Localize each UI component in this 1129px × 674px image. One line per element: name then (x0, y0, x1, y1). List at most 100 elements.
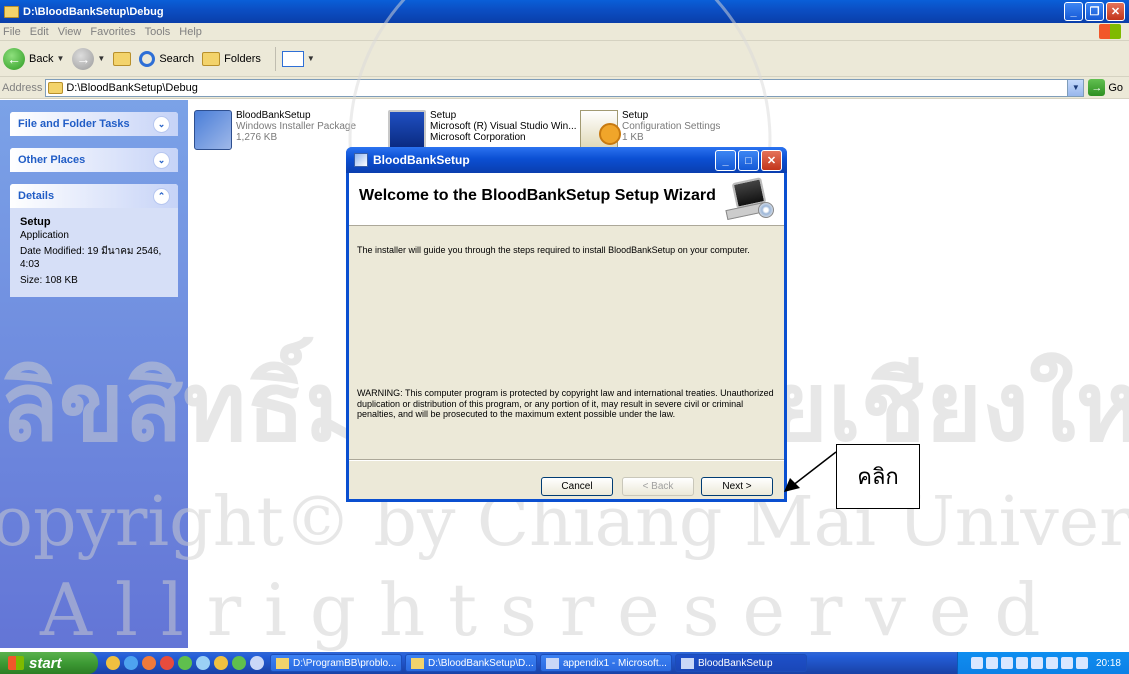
menu-favorites[interactable]: Favorites (90, 26, 135, 38)
quick-launch (106, 656, 264, 670)
installer-icon (354, 153, 368, 167)
close-button[interactable]: ✕ (1106, 2, 1125, 21)
menu-edit[interactable]: Edit (30, 26, 49, 38)
minimize-button[interactable]: _ (1064, 2, 1083, 21)
chevron-down-icon[interactable]: ▼ (1067, 79, 1084, 96)
clock[interactable]: 20:18 (1096, 658, 1121, 669)
taskbar-item-label: D:\BloodBankSetup\D... (428, 657, 534, 669)
word-document-icon (546, 657, 559, 669)
quick-launch-icon[interactable] (196, 656, 210, 670)
taskbar-item[interactable]: appendix1 - Microsoft... (540, 654, 672, 672)
file-name: Setup (430, 110, 457, 121)
back-button[interactable]: ← Back ▼ (3, 47, 64, 70)
menu-view[interactable]: View (58, 26, 82, 38)
dialog-minimize-button[interactable]: _ (715, 150, 736, 171)
folders-button[interactable]: Folders (202, 51, 261, 66)
dialog-close-button[interactable]: ✕ (761, 150, 782, 171)
go-label: Go (1108, 81, 1123, 94)
standard-toolbar: ← Back ▼ → ▼ Search Folders ▼ (0, 41, 1129, 77)
expand-icon[interactable]: ⌄ (153, 151, 170, 169)
start-label: start (29, 654, 62, 672)
file-type: Windows Installer Package (236, 121, 357, 132)
menu-file[interactable]: File (3, 26, 21, 38)
views-button[interactable]: ▼ (281, 50, 315, 67)
chevron-down-icon[interactable]: ▼ (97, 54, 105, 63)
address-label: Address (2, 81, 43, 94)
taskbar-item[interactable]: D:\BloodBankSetup\D... (405, 654, 537, 672)
quick-launch-icon[interactable] (178, 656, 192, 670)
cancel-button[interactable]: Cancel (541, 477, 613, 496)
details-date-modified: Date Modified: 19 มีนาคม 2546, 4:03 (20, 246, 162, 270)
window-title: D:\BloodBankSetup\Debug (23, 5, 164, 18)
installer-icon (681, 657, 694, 669)
up-folder-button[interactable] (113, 51, 132, 66)
dialog-maximize-button[interactable]: □ (738, 150, 759, 171)
search-button[interactable]: Search (139, 50, 195, 67)
expand-icon[interactable]: ⌄ (153, 115, 170, 133)
quick-launch-icon[interactable] (160, 656, 174, 670)
window-controls: _ ❐ ✕ (1064, 2, 1125, 21)
tray-icon[interactable] (1060, 657, 1073, 669)
chevron-down-icon[interactable]: ▼ (56, 54, 64, 63)
file-item-text: Setup Microsoft (R) Visual Studio Win...… (430, 110, 577, 143)
back-label: Back (29, 52, 54, 65)
views-icon (281, 50, 304, 67)
address-input[interactable]: D:\BloodBankSetup\Debug ▼ (45, 78, 1085, 97)
quick-launch-icon[interactable] (250, 656, 264, 670)
windows-logo-icon (1099, 24, 1121, 39)
maximize-button[interactable]: ❐ (1085, 2, 1104, 21)
menu-help[interactable]: Help (179, 26, 202, 38)
folder-icon (276, 657, 289, 669)
details-panel: Details ⌃ Setup Application Date Modifie… (10, 184, 178, 297)
go-arrow-icon: → (1088, 79, 1106, 96)
search-label: Search (159, 52, 195, 65)
dialog-banner: Welcome to the BloodBankSetup Setup Wiza… (349, 173, 784, 226)
tray-icon[interactable] (985, 657, 998, 669)
forward-arrow-icon: → (72, 47, 95, 70)
dialog-window-controls: _ □ ✕ (715, 150, 782, 171)
taskbar-item[interactable]: D:\ProgramBB\problo... (270, 654, 402, 672)
forward-button[interactable]: → ▼ (72, 47, 105, 70)
system-tray: 20:18 (957, 652, 1129, 674)
file-company: Microsoft Corporation (430, 132, 526, 143)
taskbar-item[interactable]: BloodBankSetup (675, 654, 807, 672)
quick-launch-icon[interactable] (142, 656, 156, 670)
tray-icon[interactable] (970, 657, 983, 669)
tray-icon[interactable] (1075, 657, 1088, 669)
callout-text: คลิก (857, 465, 899, 490)
file-item[interactable]: Setup Microsoft (R) Visual Studio Win...… (388, 110, 577, 150)
task-pane: File and Folder Tasks ⌄ Other Places ⌄ D… (0, 100, 188, 648)
wizard-intro-text: The installer will guide you through the… (357, 245, 750, 255)
tray-icon[interactable] (1015, 657, 1028, 669)
address-value: D:\BloodBankSetup\Debug (66, 81, 198, 94)
tray-icon[interactable] (1000, 657, 1013, 669)
explorer-title-bar[interactable]: D:\BloodBankSetup\Debug _ ❐ ✕ (0, 0, 1129, 23)
file-item-text: BloodBankSetup Windows Installer Package… (236, 110, 356, 143)
quick-launch-icon[interactable] (232, 656, 246, 670)
installer-package-icon (194, 110, 232, 150)
other-places-header[interactable]: Other Places ⌄ (10, 148, 178, 172)
collapse-icon[interactable]: ⌃ (153, 187, 170, 205)
tray-icon[interactable] (1030, 657, 1043, 669)
chevron-down-icon[interactable]: ▼ (307, 54, 315, 63)
setup-wizard-dialog: BloodBankSetup _ □ ✕ Welcome to the Bloo… (346, 147, 787, 502)
dialog-title-bar[interactable]: BloodBankSetup _ □ ✕ (346, 147, 787, 173)
quick-launch-icon[interactable] (106, 656, 120, 670)
tray-icon[interactable] (1045, 657, 1058, 669)
details-title: Details (18, 190, 55, 202)
details-header[interactable]: Details ⌃ (10, 184, 178, 208)
address-bar: Address D:\BloodBankSetup\Debug ▼ → Go (0, 77, 1129, 99)
file-folder-tasks-header[interactable]: File and Folder Tasks ⌄ (10, 112, 178, 136)
file-item[interactable]: Setup Configuration Settings 1 KB (580, 110, 720, 150)
back-button[interactable]: < Back (622, 477, 694, 496)
menu-tools[interactable]: Tools (145, 26, 171, 38)
next-button[interactable]: Next > (701, 477, 773, 496)
quick-launch-icon[interactable] (214, 656, 228, 670)
quick-launch-icon[interactable] (124, 656, 138, 670)
computer-setup-icon (724, 177, 774, 222)
dialog-separator (349, 459, 784, 461)
go-button[interactable]: → Go (1088, 79, 1123, 96)
start-button[interactable]: start (0, 652, 98, 674)
file-item[interactable]: BloodBankSetup Windows Installer Package… (194, 110, 356, 150)
copyright-warning-text: WARNING: This computer program is protec… (357, 388, 774, 419)
